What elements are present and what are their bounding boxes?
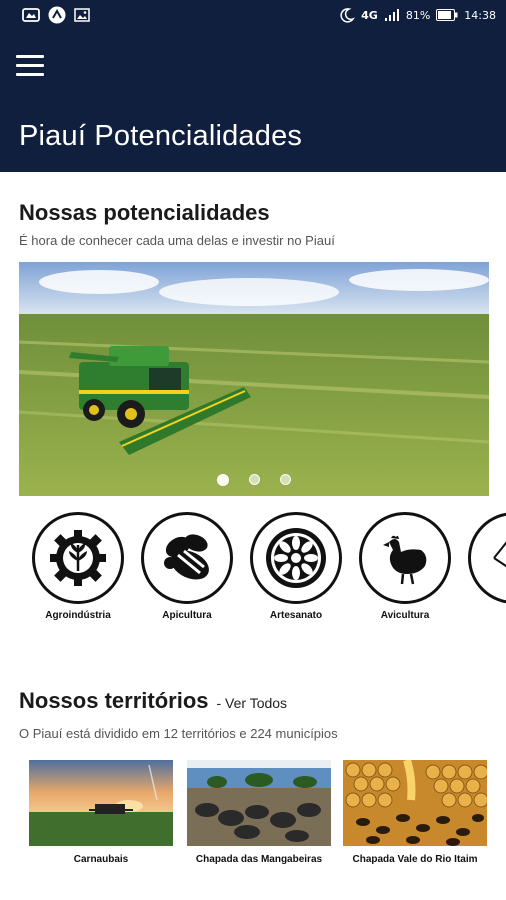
network-type-label: 4G [361, 8, 378, 22]
carousel-dot-3[interactable] [280, 474, 291, 485]
territories-list[interactable]: Carnaubais Chapada das Mangabeiras Chapa… [0, 760, 506, 880]
chicken-icon [383, 535, 427, 585]
territory-image [187, 760, 331, 846]
app-notification-icon [48, 6, 66, 24]
gallery-notification-icon [22, 8, 40, 22]
see-all-link[interactable]: - Ver Todos [217, 695, 288, 711]
category-label: Avicultura [380, 610, 430, 621]
category-label: B [460, 610, 506, 621]
agroindustry-gear-plant-icon [50, 530, 106, 586]
signal-icon [384, 8, 400, 22]
category-circle [359, 512, 451, 604]
category-avicultura[interactable]: Avicultura [351, 512, 459, 621]
carousel-pagination [19, 474, 489, 486]
bee-icon [164, 534, 209, 580]
category-circle [141, 512, 233, 604]
app-bar: Piauí Potencialidades [0, 30, 506, 172]
battery-percent: 81% [405, 8, 431, 22]
territory-image [343, 760, 487, 846]
categories-scroller[interactable]: Agroindústria Apicultura Artesanato Avic… [0, 512, 506, 632]
category-apicultura[interactable]: Apicultura [133, 512, 241, 621]
category-artesanato[interactable]: Artesanato [242, 512, 350, 621]
clock: 14:38 [464, 8, 496, 22]
carousel-dot-1[interactable] [217, 474, 229, 486]
territory-image [29, 760, 173, 846]
category-label: Artesanato [269, 610, 323, 621]
image-notification-icon [74, 8, 90, 22]
category-label: Apicultura [162, 610, 212, 621]
category-circle [250, 512, 342, 604]
territory-card-chapada-vale-do-rio-itaim[interactable]: Chapada Vale do Rio Itaim [342, 760, 488, 865]
do-not-disturb-moon-icon [339, 7, 356, 23]
potentials-section-title: Nossas potencialidades [19, 200, 270, 225]
territory-label: Chapada das Mangabeiras [195, 854, 323, 865]
territory-card-chapada-das-mangabeiras[interactable]: Chapada das Mangabeiras [186, 760, 332, 865]
carousel-slide-harvester-image [19, 262, 489, 496]
category-circle [32, 512, 124, 604]
territories-header: Nossos territórios - Ver Todos [19, 688, 287, 714]
potentials-carousel[interactable] [19, 262, 489, 496]
territory-card-carnaubais[interactable]: Carnaubais [28, 760, 174, 865]
battery-icon [436, 9, 458, 21]
category-partial[interactable]: B [460, 512, 506, 621]
status-bar: 4G 81% 14:38 [0, 0, 506, 30]
potentials-section-subtitle: É hora de conhecer cada uma delas e inve… [19, 233, 335, 248]
carousel-dot-2[interactable] [249, 474, 260, 485]
category-agroindustria[interactable]: Agroindústria [24, 512, 132, 621]
craft-wheel-icon [266, 528, 326, 588]
hamburger-menu-icon[interactable] [16, 55, 44, 77]
partial-category-icon [493, 541, 506, 568]
territories-section-subtitle: O Piauí está dividido em 12 territórios … [19, 726, 338, 741]
category-circle [468, 512, 506, 604]
category-label: Agroindústria [45, 610, 111, 621]
territories-section-title: Nossos territórios [19, 688, 209, 713]
territory-label: Chapada Vale do Rio Itaim [352, 854, 478, 865]
app-title: Piauí Potencialidades [19, 120, 303, 152]
territory-label: Carnaubais [73, 854, 129, 865]
